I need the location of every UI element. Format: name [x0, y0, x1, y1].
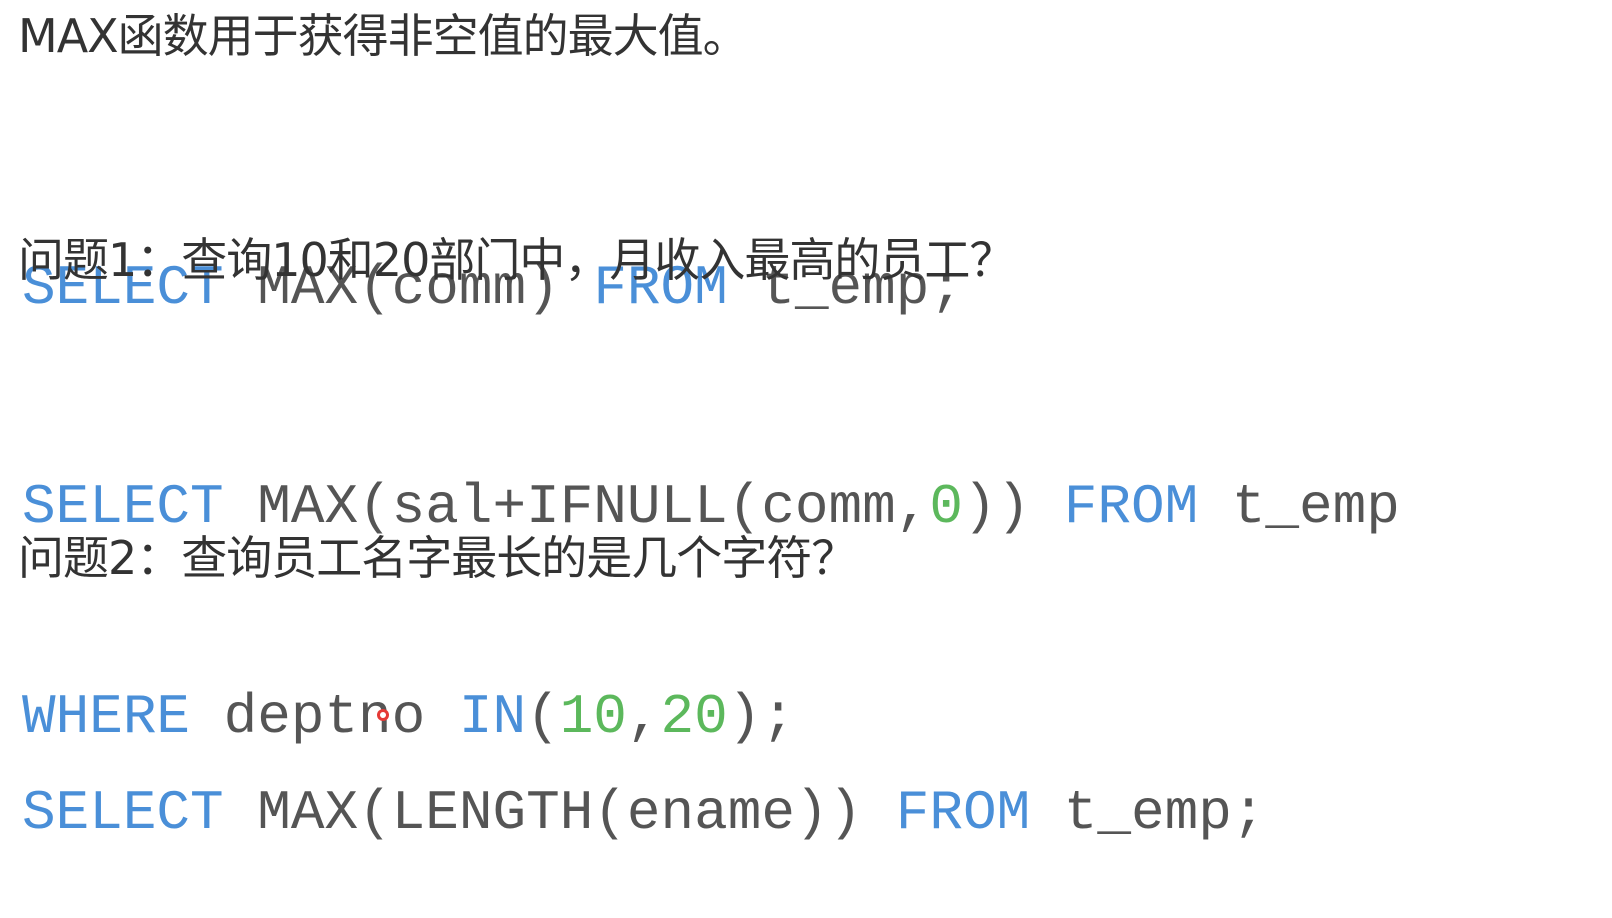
heading-question-2: 问题2：查询员工名字最长的是几个字符？	[18, 531, 857, 585]
sql-text: t_emp;	[1030, 781, 1266, 845]
sql-number: 0	[929, 475, 963, 539]
mouse-cursor-indicator	[377, 709, 389, 721]
heading-question-1: 问题1：查询10和20部门中，月收入最高的员工？	[18, 233, 1015, 287]
sql-text: t_emp	[1198, 475, 1400, 539]
sql-keyword: SELECT	[22, 781, 224, 845]
sql-text: ))	[962, 475, 1064, 539]
sql-keyword: FROM	[895, 781, 1031, 845]
code-block-max-length: SELECT MAX(LENGTH(ename)) FROM t_emp;	[22, 638, 1265, 918]
heading-max-intro: MAX函数用于获得非空值的最大值。	[18, 9, 749, 63]
sql-text: MAX(LENGTH(ename))	[223, 781, 896, 845]
sql-keyword: FROM	[1063, 475, 1199, 539]
code-line: SELECT MAX(LENGTH(ename)) FROM t_emp;	[22, 778, 1265, 848]
